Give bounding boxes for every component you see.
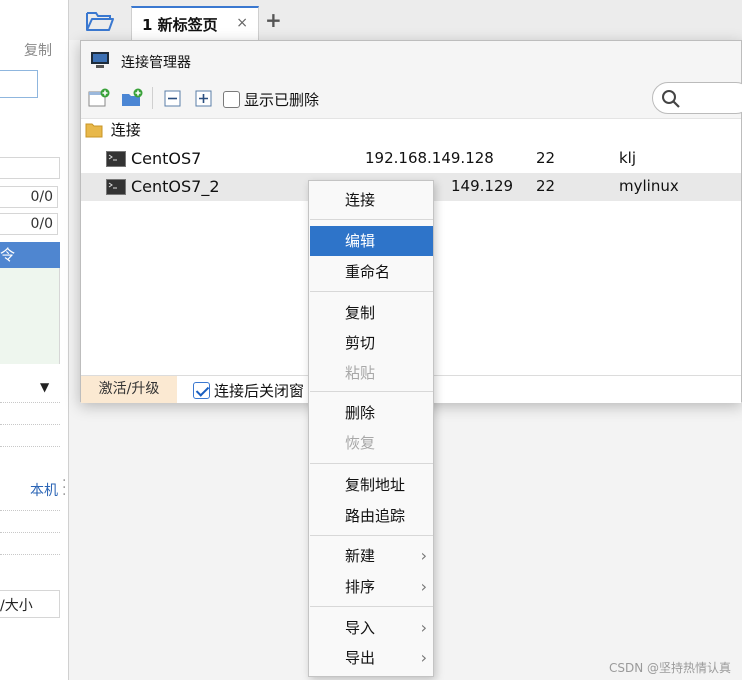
connection-user: klj	[619, 149, 637, 167]
search-input[interactable]	[652, 82, 742, 114]
monitor-icon	[91, 52, 109, 68]
close-after-connect-toggle[interactable]: 连接后关闭窗	[193, 380, 304, 401]
new-folder-icon[interactable]	[121, 88, 143, 108]
menu-item-label: 导出	[345, 649, 376, 667]
toolbar-separator	[152, 87, 153, 109]
tab-new-tab[interactable]: 1 新标签页 ×	[131, 6, 259, 40]
tab-label: 1 新标签页	[142, 16, 218, 34]
menu-item-sort[interactable]: 排序 ›	[310, 572, 433, 602]
menu-item-label: 排序	[345, 578, 376, 596]
menu-separator	[310, 463, 433, 464]
activate-upgrade-button[interactable]: 激活/升级	[81, 376, 177, 403]
menu-item-copy-address[interactable]: 复制地址	[310, 470, 433, 500]
menu-separator	[310, 391, 433, 392]
menu-item-export[interactable]: 导出 ›	[310, 643, 433, 673]
menu-separator	[310, 291, 433, 292]
menu-item-cut[interactable]: 剪切	[310, 328, 433, 358]
open-folder-icon[interactable]	[85, 9, 115, 33]
menu-item-copy[interactable]: 复制	[310, 298, 433, 328]
chevron-right-icon: ›	[420, 546, 427, 565]
left-list-area	[0, 268, 60, 364]
terminal-icon	[106, 151, 126, 167]
menu-item-new[interactable]: 新建 ›	[310, 541, 433, 571]
chevron-right-icon: ›	[420, 577, 427, 596]
menu-separator	[310, 535, 433, 536]
toolbar: 显示已删除	[81, 79, 742, 119]
menu-item-import[interactable]: 导入 ›	[310, 613, 433, 643]
menu-item-rename[interactable]: 重命名	[310, 257, 433, 287]
window-title-bar[interactable]: 连接管理器	[81, 41, 741, 79]
connection-name: CentOS7	[131, 149, 202, 168]
window-title: 连接管理器	[121, 55, 191, 71]
terminal-icon	[106, 179, 126, 195]
connection-port: 22	[536, 177, 556, 195]
more-options-icon[interactable]: · · ·	[62, 474, 66, 502]
divider	[0, 532, 60, 533]
menu-item-edit[interactable]: 编辑	[310, 226, 433, 256]
folder-icon	[85, 123, 103, 137]
watermark: CSDN @坚持热情认真	[609, 661, 732, 675]
collapse-all-icon[interactable]	[162, 88, 184, 108]
connection-name: CentOS7_2	[131, 177, 220, 196]
divider	[0, 554, 60, 555]
show-deleted-toggle[interactable]: 显示已删除	[223, 89, 319, 109]
tree-root-folder[interactable]: 连接	[85, 119, 141, 143]
tree-root-label: 连接	[110, 121, 141, 139]
panel-divider	[68, 0, 69, 680]
divider	[0, 446, 60, 447]
chevron-right-icon: ›	[420, 618, 427, 637]
connection-host: 192.168.149.128	[365, 149, 494, 167]
connection-row[interactable]: CentOS7 192.168.149.128 22 klj	[81, 145, 741, 173]
dropdown-arrow-icon[interactable]: ▼	[40, 380, 49, 394]
left-selected-item[interactable]: 令	[0, 242, 60, 268]
menu-item-delete[interactable]: 删除	[310, 398, 433, 428]
divider	[0, 510, 60, 511]
left-side-panel: 复制 0/0 0/0 令 ▼ 本机 · · · /大小	[0, 0, 68, 680]
menu-item-connect[interactable]: 连接	[310, 185, 433, 215]
left-field-box	[0, 157, 60, 179]
close-icon[interactable]: ×	[236, 15, 248, 31]
close-after-connect-checkbox[interactable]	[193, 382, 210, 399]
size-column-label: /大小	[0, 598, 33, 614]
menu-item-restore: 恢复	[345, 434, 376, 452]
divider	[0, 402, 60, 403]
transfer-count-2: 0/0	[0, 213, 58, 235]
tab-bar: 1 新标签页 × +	[69, 0, 742, 40]
search-icon	[662, 90, 680, 108]
connection-port: 22	[536, 149, 556, 167]
expand-all-icon[interactable]	[193, 88, 215, 108]
menu-separator	[310, 219, 433, 220]
add-tab-icon[interactable]: +	[265, 8, 282, 32]
local-label[interactable]: 本机	[30, 480, 58, 500]
chevron-right-icon: ›	[420, 648, 427, 667]
show-deleted-label: 显示已删除	[244, 91, 320, 109]
transfer-count-1: 0/0	[0, 186, 58, 208]
connection-host: 149.129	[451, 177, 514, 195]
menu-item-traceroute[interactable]: 路由追踪	[310, 501, 433, 531]
show-deleted-checkbox[interactable]	[223, 91, 240, 108]
copy-label[interactable]: 复制	[24, 40, 52, 60]
close-after-connect-label: 连接后关闭窗	[214, 382, 305, 400]
menu-item-label: 导入	[345, 619, 376, 637]
divider	[0, 424, 60, 425]
connection-user: mylinux	[619, 177, 679, 195]
menu-item-label: 新建	[345, 547, 376, 565]
context-menu: 连接 编辑 重命名 复制 剪切 粘贴 删除 恢复 复制地址 路由追踪 新建 › …	[308, 180, 434, 677]
menu-item-paste: 粘贴	[345, 364, 376, 382]
menu-separator	[310, 606, 433, 607]
new-session-icon[interactable]	[88, 88, 110, 108]
left-input-box[interactable]	[0, 70, 38, 98]
